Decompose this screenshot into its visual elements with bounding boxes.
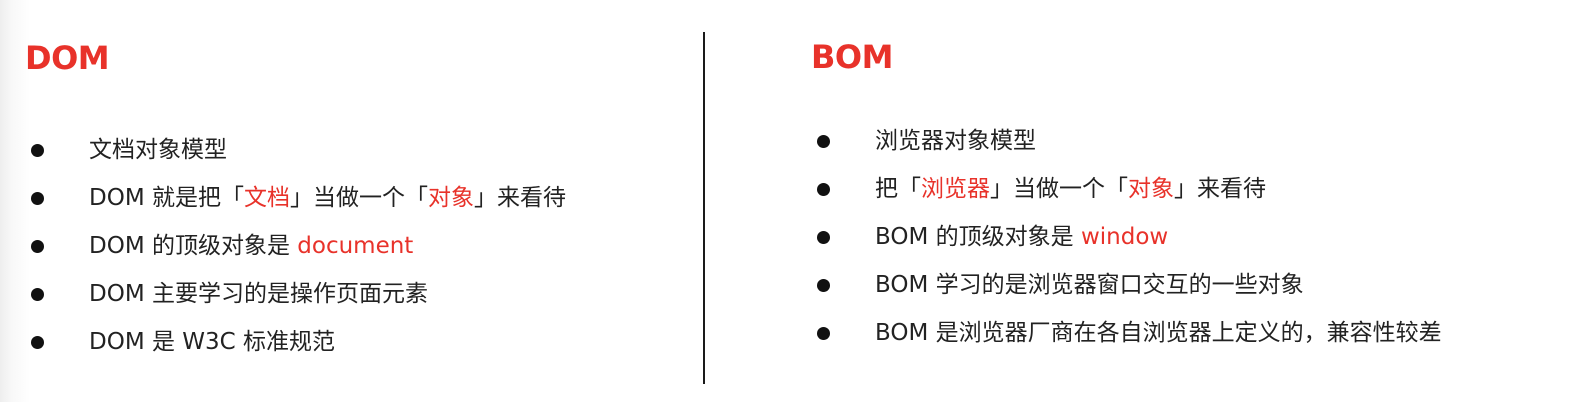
bullet-dot-icon [31,336,44,349]
highlighted-term: window [1080,224,1169,250]
highlighted-term: 文档 [243,185,290,211]
dom-title: DOM [25,39,110,77]
comparison-slide: DOM 文档对象模型 DOM 就是把「文档」当做一个「对象」来看待 DOM 的顶级对… [0,0,1590,402]
text-segment: DOM 的顶级对象是 [89,233,298,259]
bullet-dot-icon [31,288,44,301]
text-segment: DOM 是 W3C 标准规范 [89,329,336,355]
highlighted-term: 对象 [427,185,474,211]
bullet-dot-icon [31,192,44,205]
text-segment: BOM 学习的是浏览器窗口交互的一些对象 [875,272,1304,298]
bullet-text: BOM 的顶级对象是 window [875,217,1168,257]
bom-title: BOM [811,38,893,76]
bullet-dot-icon [817,183,830,196]
bullet-text: DOM 是 W3C 标准规范 [89,322,335,362]
highlighted-term: document [297,233,414,259]
text-segment: DOM 主要学习的是操作页面元素 [89,281,428,307]
bullet-dot-icon [31,144,44,157]
bullet-text: DOM 就是把「文档」当做一个「对象」来看待 [89,178,566,218]
text-segment: DOM 就是把「 [89,185,244,211]
highlighted-term: 对象 [1128,176,1174,202]
text-segment: 」当做一个「 [990,176,1128,202]
text-segment: 把「 [875,176,921,202]
text-segment: BOM 是浏览器厂商在各自浏览器上定义的，兼容性较差 [875,320,1442,346]
text-segment: 」当做一个「 [289,185,428,211]
bullet-text: BOM 是浏览器厂商在各自浏览器上定义的，兼容性较差 [875,313,1442,353]
column-divider [703,32,705,384]
bullet-text: BOM 学习的是浏览器窗口交互的一些对象 [875,265,1304,305]
bullet-dot-icon [31,240,44,253]
bullet-text: 把「浏览器」当做一个「对象」来看待 [875,169,1266,209]
text-segment: 浏览器对象模型 [875,128,1036,154]
bullet-dot-icon [817,231,830,244]
text-segment: 文档对象模型 [89,137,227,163]
text-segment: 」来看待 [473,185,566,211]
bullet-text: 文档对象模型 [89,130,227,170]
bullet-dot-icon [817,279,830,292]
text-segment: BOM 的顶级对象是 [875,224,1081,250]
bullet-dot-icon [817,135,830,148]
bullet-text: 浏览器对象模型 [875,121,1036,161]
highlighted-term: 浏览器 [921,176,990,202]
bullet-text: DOM 主要学习的是操作页面元素 [89,274,428,314]
text-segment: 」来看待 [1174,176,1266,202]
bullet-dot-icon [817,327,830,340]
bullet-text: DOM 的顶级对象是 document [89,226,413,266]
